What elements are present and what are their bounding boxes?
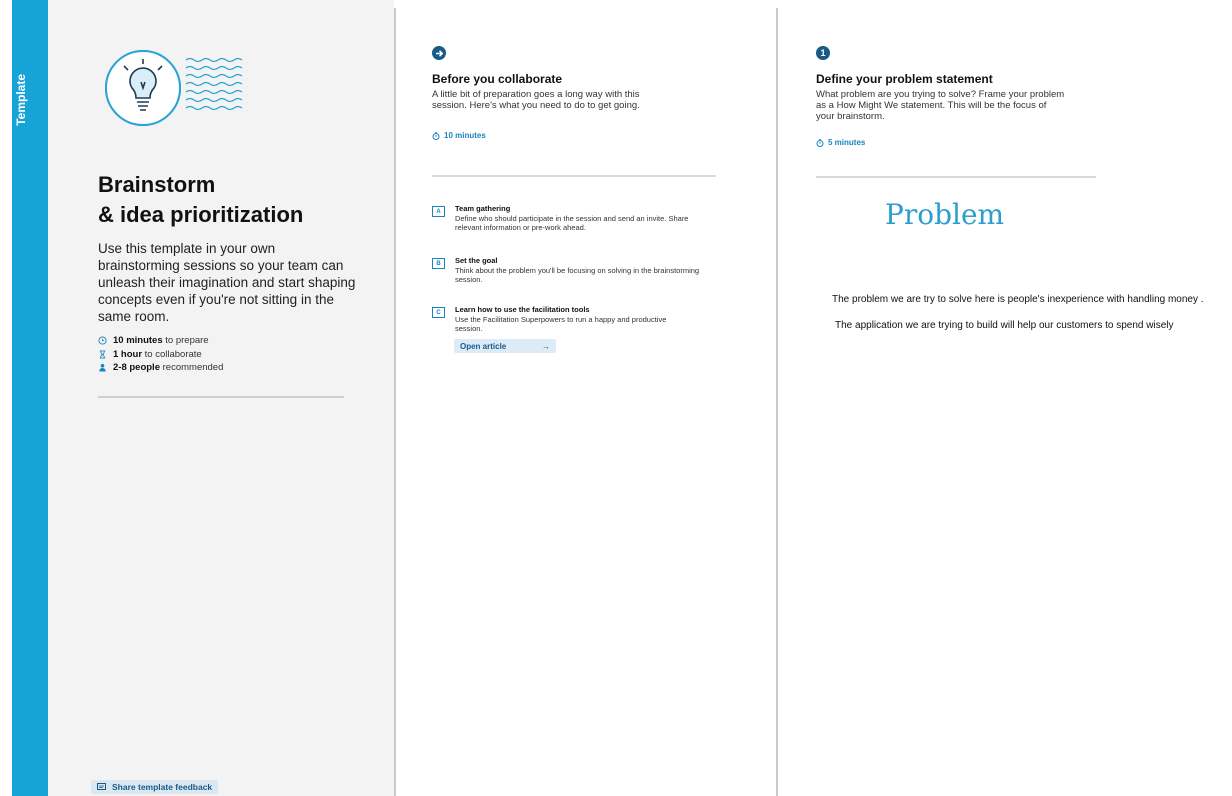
step-number-badge: 1 xyxy=(816,46,830,60)
person-icon xyxy=(99,363,106,372)
step-a-desc: Define who should participate in the ses… xyxy=(455,214,689,232)
meta-collaborate: 1 hour to collaborate xyxy=(98,348,223,361)
template-side-strip: Template xyxy=(12,0,48,796)
problem-statement-line1[interactable]: The problem we are try to solve here is … xyxy=(832,294,1204,305)
lightbulb-illustration-icon xyxy=(105,50,243,126)
intro-divider xyxy=(98,396,344,398)
before-description: A little bit of preparation goes a long … xyxy=(432,89,640,111)
open-article-button[interactable]: Open article → xyxy=(454,339,556,353)
define-title: Define your problem statement xyxy=(816,72,993,86)
intro-meta: 10 minutes to prepare 1 hour to collabor… xyxy=(98,334,223,375)
meta-prepare: 10 minutes to prepare xyxy=(98,334,223,347)
intro-title: Brainstorm & idea prioritization xyxy=(98,170,303,230)
section-divider-2 xyxy=(776,8,778,796)
template-label: Template xyxy=(14,74,28,126)
intro-title-line1: Brainstorm xyxy=(98,172,216,197)
problem-heading[interactable]: Problem xyxy=(885,198,1004,231)
step-c-desc: Use the Facilitation Superpowers to run … xyxy=(455,315,667,333)
define-time-text: 5 minutes xyxy=(828,138,866,147)
hourglass-icon xyxy=(99,349,106,359)
meta-collaborate-text: 1 hour to collaborate xyxy=(113,348,202,360)
chat-icon xyxy=(97,783,106,790)
step-b-desc: Think about the problem you'll be focusi… xyxy=(455,266,700,284)
define-time: 5 minutes xyxy=(816,138,865,147)
open-article-label: Open article xyxy=(460,341,507,351)
timer-icon xyxy=(816,138,824,147)
arrow-right-icon: → xyxy=(542,341,550,351)
step-b-title: Set the goal xyxy=(455,256,498,265)
problem-statement-line2[interactable]: The application we are trying to build w… xyxy=(835,320,1174,331)
timer-icon xyxy=(432,131,440,140)
intro-panel: Brainstorm & idea prioritization Use thi… xyxy=(48,0,394,796)
section-divider-1 xyxy=(394,8,396,796)
before-time: 10 minutes xyxy=(432,131,486,140)
step-a: A Team gathering Define who should parti… xyxy=(432,204,717,232)
step-b-letter: B xyxy=(432,258,445,269)
step-a-letter: A xyxy=(432,206,445,217)
before-time-text: 10 minutes xyxy=(444,131,486,140)
before-divider xyxy=(432,175,716,177)
define-divider xyxy=(816,176,1096,178)
intro-description: Use this template in your own brainstorm… xyxy=(98,241,356,324)
step-c: C Learn how to use the facilitation tool… xyxy=(432,305,717,333)
meta-people-text: 2-8 people recommended xyxy=(113,362,224,373)
meta-people: 2-8 people recommended xyxy=(98,361,223,374)
define-description: What problem are you trying to solve? Fr… xyxy=(816,89,1065,122)
step-c-title: Learn how to use the facilitation tools xyxy=(455,305,590,314)
arrow-right-icon xyxy=(432,46,446,60)
step-a-title: Team gathering xyxy=(455,204,511,213)
meta-prepare-text: 10 minutes to prepare xyxy=(113,335,209,346)
before-title: Before you collaborate xyxy=(432,72,563,86)
step-c-letter: C xyxy=(432,307,445,318)
clock-icon xyxy=(98,336,107,345)
intro-title-line2: & idea prioritization xyxy=(98,202,304,227)
share-feedback-label: Share template feedback xyxy=(112,782,213,792)
share-feedback-button[interactable]: Share template feedback xyxy=(91,780,219,794)
step-b: B Set the goal Think about the problem y… xyxy=(432,256,717,284)
